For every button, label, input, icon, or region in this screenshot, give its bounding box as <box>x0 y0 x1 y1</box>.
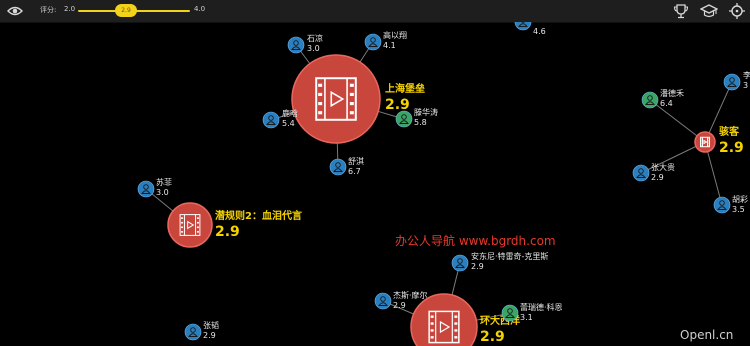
person-score: 5.4 <box>282 119 295 128</box>
person-node[interactable]: 高以翔4.1 <box>364 30 407 51</box>
graduation-cap-icon[interactable] <box>700 2 718 20</box>
person-score: 3 <box>743 81 748 90</box>
person-node[interactable]: 潘德禾6.4 <box>641 88 684 109</box>
movie-title: 潜规则2：血泪代言 <box>215 209 302 222</box>
person-node[interactable]: 安东尼·特雷奇-克里斯2.9 <box>451 251 548 272</box>
person-name: 鹿晗 <box>282 108 298 118</box>
crosshair-icon[interactable] <box>728 2 746 20</box>
movie-node[interactable]: 上海堡垒 2.9 <box>291 54 425 144</box>
person-score: 3.5 <box>732 205 745 214</box>
person-score: 2.9 <box>651 173 664 182</box>
movie-node-circle <box>694 131 716 153</box>
person-node[interactable]: 4.6 <box>514 22 546 36</box>
person-node-circle <box>514 22 532 31</box>
person-name: 张大贵 <box>651 162 675 172</box>
movie-score: 2.9 <box>480 329 505 345</box>
person-score: 2.9 <box>203 331 216 340</box>
person-score: 6.4 <box>660 99 673 108</box>
movie-node-circle <box>291 54 381 144</box>
rating-max-label: 4.0 <box>194 5 206 13</box>
person-name: 安东尼·特雷奇-克里斯 <box>471 251 548 261</box>
person-score: 2.9 <box>393 301 406 310</box>
person-name: 胡彩 <box>732 194 748 204</box>
relationship-graph[interactable]: 上海堡垒 2.9 潜规则2：血泪代言 2.9 环大西洋 2.9 骇客 2.9 石凉 3.0 高以翔 4… <box>0 22 750 346</box>
person-score: 6.7 <box>348 167 361 176</box>
person-score: 5.8 <box>414 118 427 127</box>
person-node[interactable]: 张韬2.9 <box>184 320 219 341</box>
person-score: 2.9 <box>471 262 484 271</box>
person-node[interactable]: 李3 <box>723 70 750 91</box>
movie-title: 骇客 <box>719 125 740 138</box>
person-node[interactable]: 张大贵2.9 <box>632 162 675 182</box>
person-score: 4.6 <box>533 27 546 36</box>
movie-node-circle <box>410 293 478 346</box>
movie-node[interactable]: 潜规则2：血泪代言 2.9 <box>167 202 302 248</box>
person-name: 李 <box>743 70 750 80</box>
movie-title: 上海堡垒 <box>385 82 425 95</box>
person-name: 高以翔 <box>383 30 407 40</box>
person-node[interactable]: 胡彩3.5 <box>713 194 748 214</box>
person-name: 杰斯·摩尔 <box>393 290 428 300</box>
movie-node[interactable]: 环大西洋2.9 <box>410 293 520 346</box>
toolbar: 评分: 2.0 2.9 4.0 <box>0 0 750 23</box>
rating-min-label: 2.0 <box>64 5 76 13</box>
trophy-icon[interactable] <box>672 2 690 20</box>
person-node[interactable]: 苏菲3.0 <box>137 177 172 198</box>
person-score: 3.0 <box>307 44 320 53</box>
person-name: 蕾瑞德·科恩 <box>520 302 563 312</box>
movie-score: 2.9 <box>719 140 744 156</box>
person-name: 滕华涛 <box>414 107 438 117</box>
person-node[interactable]: 鹿晗5.4 <box>262 108 298 129</box>
rating-slider-thumb[interactable]: 2.9 <box>115 4 137 17</box>
person-name: 苏菲 <box>156 177 172 187</box>
person-name: 石凉 <box>307 33 323 43</box>
edges-group <box>145 41 733 328</box>
person-score: 3.0 <box>156 188 169 197</box>
graph-canvas: 上海堡垒2.9潜规则2：血泪代言2.9环大西洋2.9骇客2.9石凉3.0高以翔4… <box>137 22 750 346</box>
person-name: 张韬 <box>203 320 219 330</box>
eye-icon[interactable] <box>6 2 24 20</box>
movie-score: 2.9 <box>385 97 410 113</box>
corner-watermark: Openl.cn <box>680 328 734 342</box>
movie-score: 2.9 <box>215 224 240 240</box>
movie-node[interactable]: 骇客 2.9 <box>694 125 744 156</box>
person-score: 4.1 <box>383 41 396 50</box>
movie-node-circle <box>167 202 213 248</box>
watermark-text: 办公人导航 www.bgrdh.com <box>395 234 556 248</box>
person-name: 舒淇 <box>348 156 364 166</box>
person-node[interactable]: 石凉3.0 <box>287 33 323 54</box>
person-score: 3.1 <box>520 313 533 322</box>
person-node[interactable]: 舒淇6.7 <box>329 156 364 176</box>
rating-filter-label: 评分: <box>40 6 57 14</box>
person-node[interactable]: 蕾瑞德·科恩3.1 <box>501 302 563 322</box>
person-name: 潘德禾 <box>660 88 684 98</box>
